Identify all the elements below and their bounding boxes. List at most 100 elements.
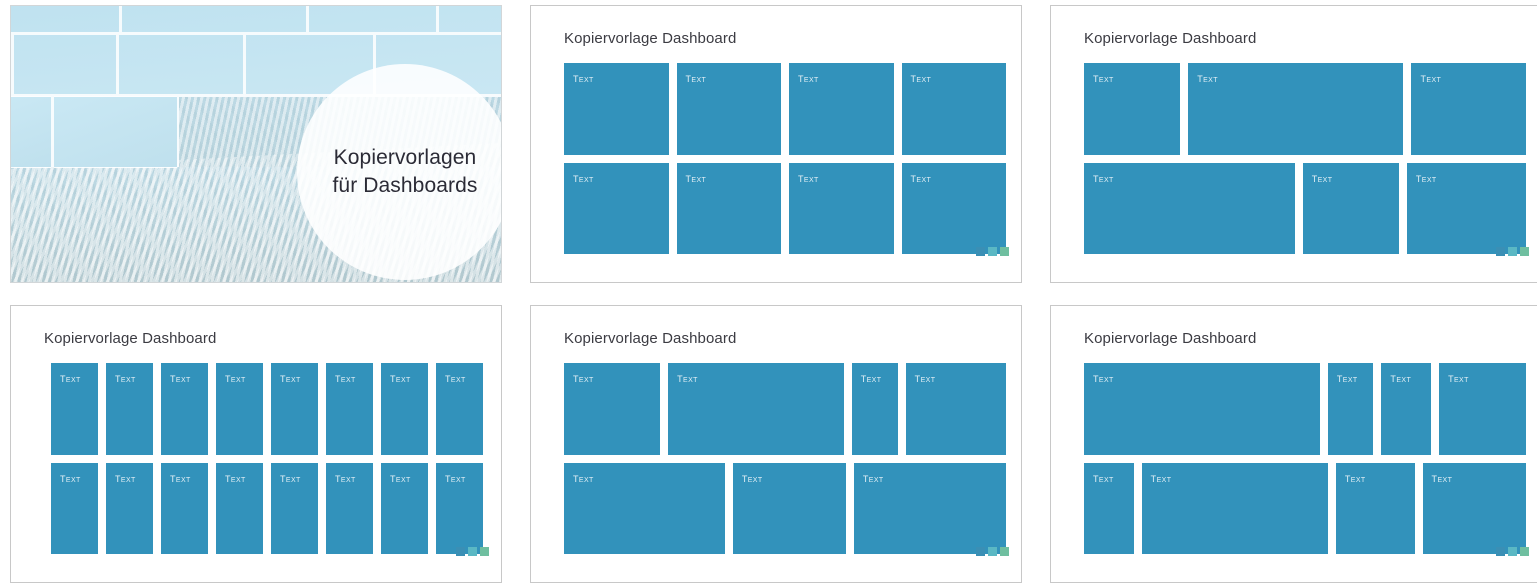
dashboard-tile[interactable]: Text <box>1439 363 1526 455</box>
dashboard-template-gallery: Kopiervorlagen für Dashboards Kopiervorl… <box>0 0 1537 588</box>
dashboard-tile[interactable]: Text <box>161 462 208 554</box>
tile-label: Text <box>390 370 411 385</box>
tile-label: Text <box>170 370 191 385</box>
dashboard-tile[interactable]: Text <box>676 162 781 254</box>
tile-label: Text <box>798 70 819 85</box>
dashboard-tile[interactable]: Text <box>1084 63 1181 155</box>
tile-grid: Text Text Text Text Text Text Text Text <box>1084 363 1526 554</box>
dashboard-tile[interactable]: Text <box>271 462 318 554</box>
cover-slide-card[interactable]: Kopiervorlagen für Dashboards <box>10 5 502 283</box>
dashboard-tile[interactable]: Text <box>1406 162 1526 254</box>
dashboard-tile[interactable]: Text <box>1327 363 1374 455</box>
dashboard-tile[interactable]: Text <box>326 462 373 554</box>
dashboard-template-card[interactable]: Kopiervorlage Dashboard Text Text Text T… <box>10 305 502 583</box>
dashboard-tile[interactable]: Text <box>1141 462 1328 554</box>
tile-label: Text <box>1448 370 1469 385</box>
tile-label: Text <box>1150 469 1172 485</box>
tile-grid: Text Text Text Text Text Text Text Text <box>564 63 1006 254</box>
tile-label: Text <box>445 370 466 385</box>
tile-grid: Text Text Text Text Text Text Text <box>564 363 1006 554</box>
mortar-joint <box>243 35 246 94</box>
dashboard-tile[interactable]: Text <box>564 162 669 254</box>
decoration-square-3 <box>1520 547 1529 556</box>
tile-label: Text <box>1336 370 1358 385</box>
dashboard-tile[interactable]: Text <box>106 462 153 554</box>
card-title: Kopiervorlage Dashboard <box>1084 30 1257 47</box>
dashboard-tile[interactable]: Text <box>381 462 428 554</box>
dashboard-tile[interactable]: Text <box>436 462 483 554</box>
dashboard-tile[interactable]: Text <box>676 63 781 155</box>
mortar-joint <box>116 35 119 94</box>
decoration-square-1 <box>456 547 465 556</box>
tile-label: Text <box>115 469 136 485</box>
dashboard-tile[interactable]: Text <box>161 363 208 455</box>
dashboard-tile[interactable]: Text <box>905 363 1006 455</box>
decoration-squares <box>976 247 1009 256</box>
dashboard-tile[interactable]: Text <box>564 462 725 554</box>
tile-label: Text <box>60 469 81 485</box>
tile-row: Text Text Text Text Text Text Text Text <box>51 363 483 455</box>
dashboard-tile[interactable]: Text <box>381 363 428 455</box>
tile-row: Text Text Text Text <box>1084 462 1526 554</box>
dashboard-tile[interactable]: Text <box>851 363 898 455</box>
tile-label: Text <box>115 370 136 385</box>
dashboard-tile[interactable]: Text <box>1084 162 1295 254</box>
decoration-square-3 <box>1000 247 1009 256</box>
tile-label: Text <box>1093 169 1114 185</box>
wall-tile <box>54 97 177 167</box>
decoration-square-2 <box>988 247 997 256</box>
dashboard-tile[interactable]: Text <box>1422 462 1526 554</box>
tile-row: Text Text Text Text <box>564 63 1006 155</box>
dashboard-tile[interactable]: Text <box>51 462 98 554</box>
dashboard-template-card[interactable]: Kopiervorlage Dashboard Text Text Text T… <box>1050 5 1537 283</box>
dashboard-tile[interactable]: Text <box>271 363 318 455</box>
tile-label: Text <box>573 70 594 85</box>
tile-label: Text <box>1415 169 1437 185</box>
card-title: Kopiervorlage Dashboard <box>564 330 737 347</box>
dashboard-tile[interactable]: Text <box>1302 162 1399 254</box>
dashboard-tile[interactable]: Text <box>901 162 1006 254</box>
dashboard-tile[interactable]: Text <box>789 63 894 155</box>
dashboard-tile[interactable]: Text <box>789 162 894 254</box>
dashboard-tile[interactable]: Text <box>106 363 153 455</box>
dashboard-tile[interactable]: Text <box>1084 363 1320 455</box>
dashboard-tile[interactable]: Text <box>1411 63 1526 155</box>
tile-label: Text <box>573 469 594 485</box>
tile-label: Text <box>1093 370 1114 385</box>
dashboard-tile[interactable]: Text <box>1381 363 1432 455</box>
dashboard-tile[interactable]: Text <box>1335 462 1415 554</box>
dashboard-tile[interactable]: Text <box>51 363 98 455</box>
dashboard-template-card[interactable]: Kopiervorlage Dashboard Text Text Text T… <box>530 5 1022 283</box>
mortar-joint <box>306 6 309 32</box>
decoration-squares <box>1496 547 1529 556</box>
tile-label: Text <box>798 169 819 185</box>
decoration-square-2 <box>468 547 477 556</box>
dashboard-tile[interactable]: Text <box>853 462 1006 554</box>
dashboard-tile[interactable]: Text <box>732 462 846 554</box>
dashboard-tile[interactable]: Text <box>216 363 263 455</box>
dashboard-tile[interactable]: Text <box>326 363 373 455</box>
dashboard-tile[interactable]: Text <box>901 63 1006 155</box>
dashboard-template-card[interactable]: Kopiervorlage Dashboard Text Text Text T… <box>530 305 1022 583</box>
dashboard-tile[interactable]: Text <box>564 363 661 455</box>
tile-label: Text <box>1197 70 1218 85</box>
dashboard-template-card[interactable]: Kopiervorlage Dashboard Text Text Text T… <box>1050 305 1537 583</box>
decoration-square-1 <box>976 247 985 256</box>
mortar-joint <box>436 6 439 32</box>
dashboard-tile[interactable]: Text <box>564 63 669 155</box>
card-title: Kopiervorlage Dashboard <box>44 330 217 347</box>
dashboard-tile[interactable]: Text <box>216 462 263 554</box>
tile-label: Text <box>910 169 932 185</box>
dashboard-tile[interactable]: Text <box>668 363 844 455</box>
wall-tile <box>11 97 51 167</box>
dashboard-tile[interactable]: Text <box>436 363 483 455</box>
decoration-square-1 <box>976 547 985 556</box>
tile-label: Text <box>1093 70 1114 85</box>
tile-label: Text <box>860 370 882 385</box>
tile-label: Text <box>280 370 301 385</box>
tile-row: Text Text Text <box>1084 63 1526 155</box>
tile-grid: Text Text Text Text Text Text Text Text … <box>51 363 483 554</box>
dashboard-tile[interactable]: Text <box>1084 462 1134 554</box>
dashboard-tile[interactable]: Text <box>1188 63 1404 155</box>
tile-label: Text <box>1420 70 1442 85</box>
